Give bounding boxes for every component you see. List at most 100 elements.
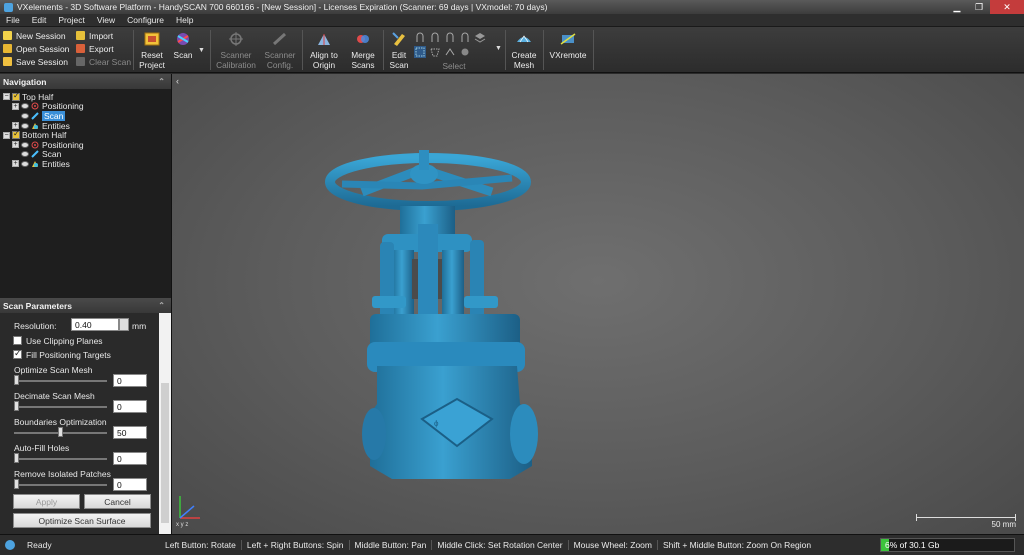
save-session-button[interactable]: Save Session xyxy=(3,55,68,68)
create-mesh-icon xyxy=(517,35,531,43)
3d-viewport[interactable]: ‹ ϕ x y z 50 mm xyxy=(172,74,1024,534)
optimize-scan-mesh-handle[interactable] xyxy=(14,375,19,385)
import-button[interactable]: Import xyxy=(76,29,113,42)
tree-label: Entities xyxy=(42,158,70,169)
tree-item-bottom-entities[interactable]: + Entities xyxy=(0,159,171,169)
decimate-scan-mesh-slider[interactable] xyxy=(14,406,107,408)
align-to-origin-label-1: Align to xyxy=(310,50,338,60)
rectangle-select-icon[interactable] xyxy=(414,46,426,58)
scan-button[interactable]: Scan xyxy=(170,30,196,60)
expand-icon[interactable]: + xyxy=(12,160,19,168)
eye-icon[interactable] xyxy=(21,151,29,158)
remove-isolated-patches-slider[interactable] xyxy=(14,484,107,486)
tree-label: Bottom Half xyxy=(22,130,67,141)
boundaries-optimization-handle[interactable] xyxy=(58,427,63,437)
menu-configure[interactable]: Configure xyxy=(121,15,170,25)
scanned-valve-model[interactable]: ϕ xyxy=(172,74,1024,534)
tree-item-bottom-half[interactable]: − Bottom Half xyxy=(0,129,171,141)
menu-edit[interactable]: Edit xyxy=(26,15,53,25)
collapse-panel-icon[interactable]: ⌃ xyxy=(158,77,165,86)
tree-label-selected: Scan xyxy=(42,110,66,121)
merge-scans-button[interactable]: Merge Scans xyxy=(346,30,380,70)
cancel-button[interactable]: Cancel xyxy=(84,494,151,509)
layers-icon[interactable] xyxy=(474,31,486,43)
eye-icon[interactable] xyxy=(21,122,29,129)
vxremote-label: VXremote xyxy=(549,50,587,60)
optimize-scan-surface-button[interactable]: Optimize Scan Surface xyxy=(13,513,151,528)
decimate-scan-mesh-handle[interactable] xyxy=(14,401,19,411)
eye-icon[interactable] xyxy=(21,103,29,110)
close-button[interactable]: ✕ xyxy=(990,0,1024,14)
expand-icon[interactable]: + xyxy=(12,102,19,110)
visibility-checkbox[interactable] xyxy=(12,129,20,140)
tree-item-top-half[interactable]: − Top Half xyxy=(0,91,171,102)
collapse-icon[interactable]: − xyxy=(3,93,10,101)
tree-item-top-positioning[interactable]: + Positioning xyxy=(0,101,171,111)
clear-scan-button[interactable]: Clear Scan xyxy=(76,55,131,68)
menu-project[interactable]: Project xyxy=(52,15,90,25)
scan-parameters-panel: Scan Parameters ⌃ Resolution: 0.40 mm Us… xyxy=(0,298,172,534)
new-session-button[interactable]: New Session xyxy=(3,29,66,42)
scanner-calibration-button[interactable]: Scanner Calibration xyxy=(214,30,258,70)
export-button[interactable]: Export xyxy=(76,42,114,55)
resolution-input[interactable]: 0.40 xyxy=(71,318,119,331)
eye-icon[interactable] xyxy=(21,112,29,119)
align-to-origin-button[interactable]: Align to Origin xyxy=(306,30,342,70)
collapse-panel-icon[interactable]: ⌃ xyxy=(158,301,165,310)
auto-fill-holes-slider[interactable] xyxy=(14,458,107,460)
eye-icon[interactable] xyxy=(21,160,29,167)
scan-layer-icon xyxy=(31,112,39,120)
visibility-checkbox[interactable] xyxy=(12,91,20,101)
status-ready-text: Ready xyxy=(27,540,52,550)
select-shape-1-icon[interactable] xyxy=(414,31,426,43)
optimize-scan-mesh-slider[interactable] xyxy=(14,380,107,382)
window-title: VXelements - 3D Software Platform - Hand… xyxy=(17,2,548,12)
surface-select-icon[interactable] xyxy=(444,46,456,58)
lasso-select-icon[interactable] xyxy=(429,46,441,58)
scan-dropdown-icon[interactable]: ▼ xyxy=(198,47,205,54)
axis-triad-icon xyxy=(179,496,200,519)
select-shape-3-icon[interactable] xyxy=(444,31,456,43)
auto-fill-holes-input[interactable]: 0 xyxy=(113,452,147,465)
brush-select-icon[interactable] xyxy=(459,46,471,58)
eye-icon[interactable] xyxy=(21,141,29,148)
create-mesh-button[interactable]: Create Mesh xyxy=(509,30,539,70)
menu-help[interactable]: Help xyxy=(170,15,199,25)
status-bar: Ready Left Button: Rotate Left + Right B… xyxy=(0,534,1024,555)
resolution-label: Resolution: xyxy=(14,321,57,331)
vxremote-button[interactable]: VXremote xyxy=(547,30,589,60)
apply-button[interactable]: Apply xyxy=(13,494,80,509)
expand-icon[interactable]: + xyxy=(12,141,19,149)
open-session-button[interactable]: Open Session xyxy=(3,42,69,55)
expand-icon[interactable]: + xyxy=(12,122,19,130)
fill-positioning-targets-checkbox[interactable] xyxy=(13,348,22,359)
remove-isolated-patches-input[interactable]: 0 xyxy=(113,478,147,491)
eraser-icon xyxy=(76,57,85,66)
tree-item-top-scan[interactable]: Scan xyxy=(0,110,171,121)
resolution-spinner[interactable] xyxy=(119,318,129,331)
edit-scan-button[interactable]: Edit Scan xyxy=(386,30,412,70)
use-clipping-planes-checkbox[interactable] xyxy=(13,336,22,345)
decimate-scan-mesh-input[interactable]: 0 xyxy=(113,400,147,413)
scrollbar-thumb[interactable] xyxy=(161,383,169,523)
tree-item-bottom-scan[interactable]: Scan xyxy=(0,149,171,159)
optimize-scan-mesh-input[interactable]: 0 xyxy=(113,374,147,387)
tree-item-top-entities[interactable]: + Entities xyxy=(0,121,171,131)
scan-layer-icon xyxy=(31,150,39,159)
minimize-button[interactable]: ▁ xyxy=(946,0,968,14)
tree-item-bottom-positioning[interactable]: + Positioning xyxy=(0,140,171,150)
scanner-config-button[interactable]: Scanner Config. xyxy=(262,30,298,70)
positioning-icon xyxy=(31,141,39,149)
select-shape-4-icon[interactable] xyxy=(459,31,471,43)
remove-isolated-patches-handle[interactable] xyxy=(14,479,19,489)
reset-project-button[interactable]: Reset Project xyxy=(137,30,167,70)
maximize-button[interactable]: ❐ xyxy=(968,0,990,14)
select-shape-2-icon[interactable] xyxy=(429,31,441,43)
menu-file[interactable]: File xyxy=(0,15,26,25)
menu-view[interactable]: View xyxy=(91,15,121,25)
collapse-icon[interactable]: − xyxy=(3,131,10,139)
auto-fill-holes-handle[interactable] xyxy=(14,453,19,463)
select-dropdown-icon[interactable]: ▼ xyxy=(495,45,502,52)
boundaries-optimization-input[interactable]: 50 xyxy=(113,426,147,439)
scan-parameters-scrollbar[interactable] xyxy=(159,313,171,534)
